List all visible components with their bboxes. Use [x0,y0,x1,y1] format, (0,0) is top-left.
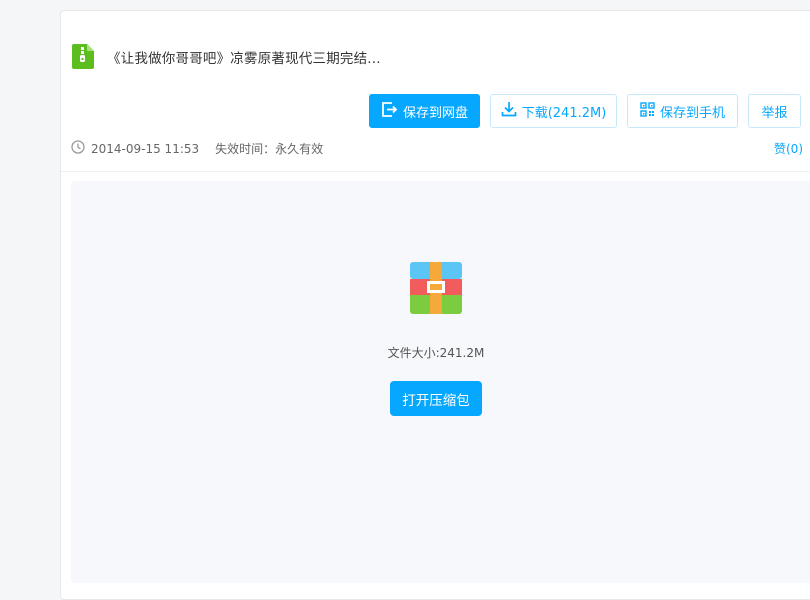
save-to-phone-label: 保存到手机 [659,105,725,121]
share-card: 《让我做你哥哥吧》凉雾原著现代三期完结... 保存到网盘 下载(241.2M) [60,10,810,600]
save-to-cloud-button[interactable]: 保存到网盘 [369,94,480,128]
file-size-label: 文件大小:241.2M [387,346,485,360]
save-to-cloud-label: 保存到网盘 [402,105,468,121]
download-label: 下载(241.2M) [521,105,607,121]
save-icon [381,101,403,122]
report-label: 举报 [761,105,788,121]
open-archive-button[interactable]: 打开压缩包 [390,381,482,416]
report-button[interactable]: 举报 [748,94,801,128]
like-button[interactable]: 赞(0) [774,140,803,157]
zip-file-icon [72,44,94,69]
file-meta: 2014-09-15 11:53 失效时间：永久有效 [71,140,323,157]
qr-code-icon [640,101,660,121]
archive-icon [410,262,462,314]
share-date: 2014-09-15 11:53 [91,141,200,156]
file-preview-panel: 文件大小:241.2M 打开压缩包 [71,181,810,583]
download-icon [501,101,522,121]
file-title: 《让我做你哥哥吧》凉雾原著现代三期完结... [107,51,381,67]
save-to-phone-button[interactable]: 保存到手机 [627,94,738,128]
divider [61,171,810,172]
download-button[interactable]: 下载(241.2M) [490,94,617,128]
clock-icon [71,140,85,157]
expire-time: 失效时间：永久有效 [215,142,324,156]
